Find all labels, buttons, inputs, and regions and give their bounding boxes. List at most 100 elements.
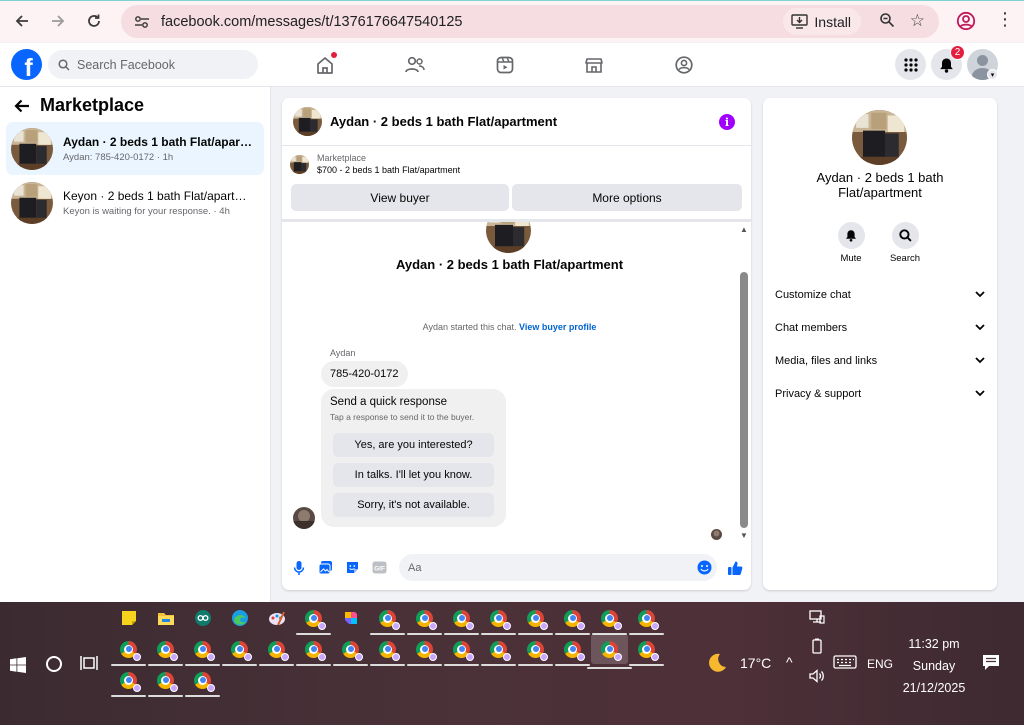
scroll-up-arrow-icon[interactable]: ▲ <box>740 225 748 234</box>
media-files-links-row[interactable]: Media, files and links <box>775 351 985 371</box>
chrome-icon[interactable] <box>444 606 479 635</box>
chrome-icon[interactable] <box>185 668 220 697</box>
more-options-button[interactable]: More options <box>512 184 742 211</box>
volume-icon[interactable] <box>809 669 825 686</box>
reload-icon[interactable] <box>78 5 110 37</box>
chrome-icon-active[interactable] <box>587 634 632 669</box>
chat-members-row[interactable]: Chat members <box>775 318 985 338</box>
gif-icon[interactable]: GIF <box>371 559 388 576</box>
bookmark-star-icon[interactable]: ☆ <box>910 11 925 31</box>
microphone-icon[interactable] <box>290 559 307 576</box>
quickassist-icon[interactable] <box>189 606 216 630</box>
facebook-search-box[interactable]: Search Facebook <box>48 50 258 79</box>
copilot-icon[interactable] <box>337 606 364 630</box>
chat-title[interactable]: Aydan · 2 beds 1 bath Flat/apartment <box>330 114 557 129</box>
file-explorer-icon[interactable] <box>152 606 179 630</box>
browser-menu-icon[interactable]: ⋮ <box>996 9 1014 30</box>
chrome-icon[interactable] <box>111 668 146 697</box>
paint-icon[interactable] <box>263 606 290 630</box>
chrome-icon[interactable] <box>444 637 479 666</box>
back-icon[interactable] <box>6 5 38 37</box>
scrollbar[interactable]: ▲ ▼ <box>737 222 751 545</box>
chrome-icon[interactable] <box>592 606 627 635</box>
chrome-icon[interactable] <box>370 606 405 635</box>
emoji-icon[interactable] <box>696 559 713 576</box>
forward-icon[interactable] <box>42 5 74 37</box>
chrome-icon[interactable] <box>111 637 146 666</box>
bell-icon <box>837 222 865 249</box>
zoom-icon[interactable] <box>879 12 895 31</box>
site-settings-icon[interactable] <box>127 15 157 29</box>
chrome-icon[interactable] <box>185 637 220 666</box>
show-hidden-icons-chevron-icon[interactable]: ^ <box>786 654 793 670</box>
customize-chat-row[interactable]: Customize chat <box>775 285 985 305</box>
chrome-icon[interactable] <box>518 606 553 635</box>
browser-profile-icon[interactable] <box>956 11 976 34</box>
scroll-down-arrow-icon[interactable]: ▼ <box>740 531 748 540</box>
chrome-icon[interactable] <box>629 637 664 666</box>
taskbar-search-icon[interactable] <box>46 656 62 672</box>
chrome-icon[interactable] <box>481 606 516 635</box>
chrome-icon[interactable] <box>629 606 664 635</box>
conversation-item[interactable]: Keyon · 2 beds 1 bath Flat/apartm... Key… <box>6 176 264 229</box>
address-bar[interactable]: facebook.com/messages/t/1376176647540125… <box>121 5 939 38</box>
menu-grid-button[interactable] <box>895 49 926 80</box>
clock[interactable]: 11:32 pm Sunday 21/12/2025 <box>900 633 968 699</box>
keyboard-icon[interactable] <box>833 655 857 672</box>
windows-start-icon[interactable] <box>10 657 26 676</box>
conversation-item[interactable]: Aydan · 2 beds 1 bath Flat/apartm... Ayd… <box>6 122 264 175</box>
sticker-icon[interactable] <box>344 559 361 576</box>
home-icon[interactable] <box>314 52 337 76</box>
grid-icon <box>903 57 918 72</box>
install-app-button[interactable]: Install <box>783 8 861 35</box>
photo-icon[interactable] <box>317 559 334 576</box>
back-arrow-icon[interactable] <box>14 99 30 113</box>
info-icon[interactable]: i <box>719 114 735 130</box>
gaming-icon[interactable] <box>673 54 695 76</box>
conversation-preview: Aydan: 785-420-0172 · 1h <box>63 151 174 163</box>
input-language[interactable]: ENG <box>867 657 893 671</box>
view-buyer-profile-link[interactable]: View buyer profile <box>519 322 596 332</box>
url-text[interactable]: facebook.com/messages/t/1376176647540125 <box>161 14 463 30</box>
chrome-icon[interactable] <box>148 637 183 666</box>
mute-button[interactable]: Mute <box>831 222 871 264</box>
view-buyer-button[interactable]: View buyer <box>291 184 509 211</box>
edge-icon[interactable] <box>226 606 253 630</box>
chrome-icon[interactable] <box>407 637 442 666</box>
task-view-icon[interactable] <box>80 655 98 674</box>
chrome-icon[interactable] <box>333 637 368 666</box>
marketplace-icon[interactable] <box>583 54 605 76</box>
weather-widget[interactable]: 17°C <box>706 652 771 674</box>
chrome-icon[interactable] <box>370 637 405 666</box>
quick-reply-button[interactable]: In talks. I'll let you know. <box>333 463 494 487</box>
quick-reply-button[interactable]: Sorry, it's not available. <box>333 493 494 517</box>
chat-avatar[interactable] <box>293 107 322 136</box>
message-input[interactable] <box>399 554 717 581</box>
chrome-icon[interactable] <box>518 637 553 666</box>
scrollbar-thumb[interactable] <box>740 272 748 528</box>
chrome-icon[interactable] <box>296 637 331 666</box>
battery-icon[interactable] <box>811 638 823 657</box>
chrome-icon[interactable] <box>555 606 590 635</box>
video-icon[interactable] <box>494 54 516 76</box>
svg-text:GIF: GIF <box>374 566 385 573</box>
chrome-icon[interactable] <box>148 668 183 697</box>
chevron-down-icon[interactable]: ▾ <box>987 69 998 80</box>
network-icon[interactable] <box>809 610 825 627</box>
notification-center-icon[interactable] <box>982 654 1000 674</box>
friends-icon[interactable] <box>404 54 426 76</box>
listing-summary[interactable]: Marketplace $700 - 2 beds 1 bath Flat/ap… <box>290 153 460 175</box>
chrome-icon[interactable] <box>222 637 257 666</box>
chrome-icon[interactable] <box>259 637 294 666</box>
quick-reply-button[interactable]: Yes, are you interested? <box>333 433 494 457</box>
thumbs-up-icon[interactable] <box>726 559 743 576</box>
chrome-icon[interactable] <box>407 606 442 635</box>
chrome-icon[interactable] <box>555 637 590 666</box>
search-in-chat-button[interactable]: Search <box>885 222 925 264</box>
privacy-support-row[interactable]: Privacy & support <box>775 384 985 404</box>
facebook-logo[interactable]: f <box>11 49 42 80</box>
message-bubble[interactable]: 785-420-0172 <box>321 361 408 387</box>
sticky-notes-icon[interactable] <box>115 606 142 630</box>
chrome-icon[interactable] <box>296 606 331 635</box>
chrome-icon[interactable] <box>481 637 516 666</box>
